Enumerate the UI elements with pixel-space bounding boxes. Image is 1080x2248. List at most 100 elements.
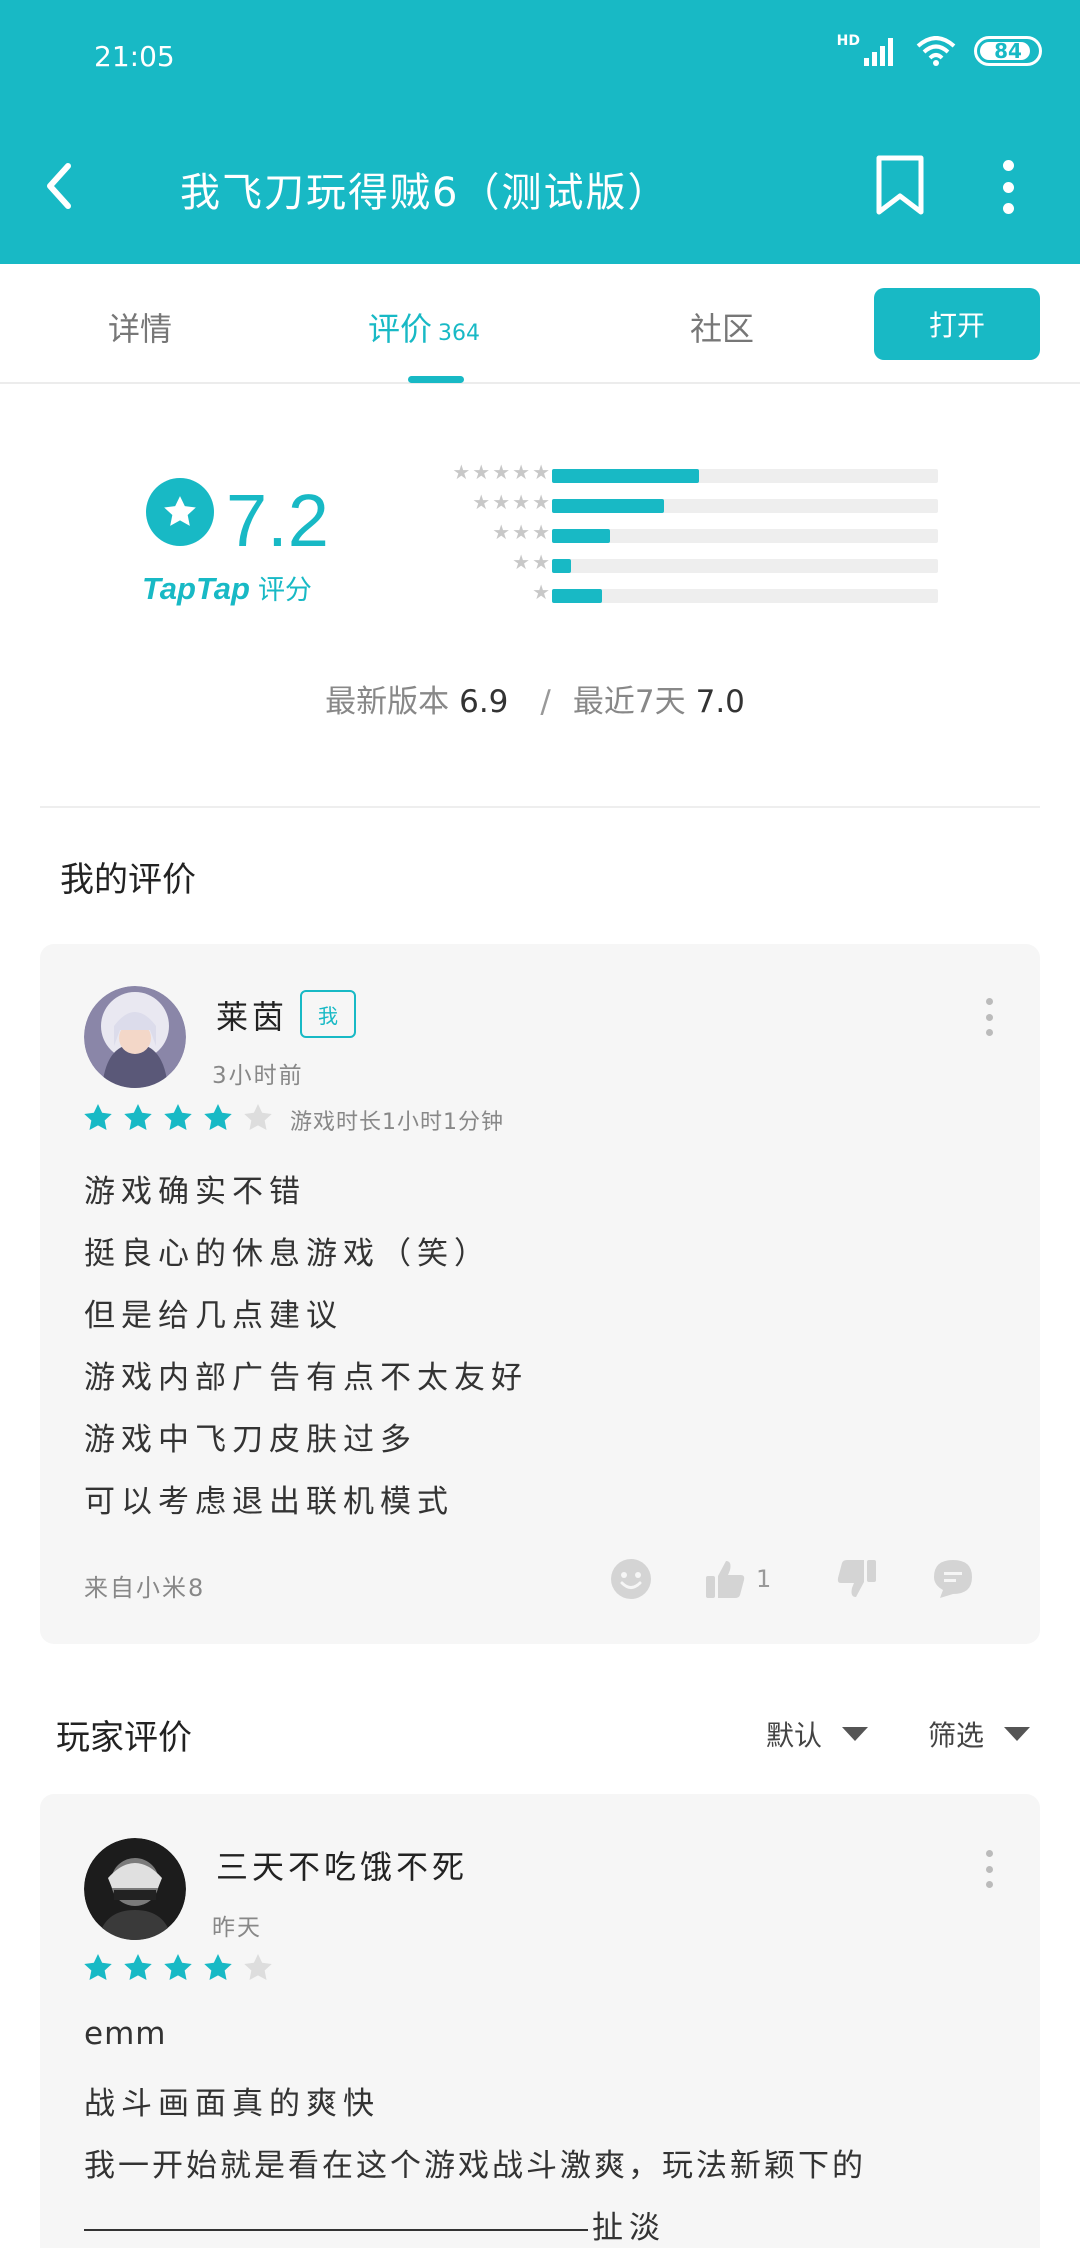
sort-dropdown[interactable]: 默认 <box>766 1714 869 1754</box>
like-count: 1 <box>756 1565 772 1593</box>
distribution-bar-fill <box>552 469 699 483</box>
distribution-bar-fill <box>552 529 610 543</box>
recent-score: 7.0 <box>695 684 745 720</box>
tab-reviews-count: 364 <box>438 321 481 346</box>
my-review-card: 莱茵 我 3小时前 游戏时长1小时1分钟 游戏确实不错 挺良心的休息游戏（笑） … <box>40 944 1040 1644</box>
tab-community-label: 社区 <box>690 310 755 348</box>
playtime-label: 游戏时长1小时1分钟 <box>290 1110 504 1135</box>
sort-label: 默认 <box>766 1719 823 1752</box>
thumbs-down-icon <box>837 1560 876 1597</box>
tab-community[interactable]: 社区 <box>690 304 754 350</box>
review-text-line: 游戏确实不错 <box>84 1174 306 1210</box>
network-type-label: HD <box>836 33 860 49</box>
smile-icon <box>611 1559 651 1599</box>
distribution-bar-fill <box>552 499 664 513</box>
star-filled-icon <box>164 1954 192 1980</box>
tab-details[interactable]: 详情 <box>108 304 172 350</box>
like-button[interactable]: 1 <box>704 1558 771 1600</box>
battery-icon: 84 <box>974 36 1042 66</box>
emoji-reaction-button[interactable] <box>610 1558 652 1600</box>
tab-reviews-label: 评价 <box>368 310 433 348</box>
distribution-bar-track <box>552 529 938 543</box>
latest-version-score: 6.9 <box>459 684 509 720</box>
signal-icon <box>864 38 893 66</box>
distribution-bar-track <box>552 559 938 573</box>
review-stars <box>82 1952 274 1984</box>
distribution-bar-track <box>552 469 938 483</box>
brand-suffix: 评分 <box>257 575 312 605</box>
review-text-line: 但是给几点建议 <box>84 1298 343 1334</box>
star-filled-icon <box>204 1104 232 1130</box>
review-more-button[interactable] <box>982 998 996 1036</box>
review-time: 昨天 <box>212 1915 262 1941</box>
latest-version-label: 最新版本 <box>325 684 450 720</box>
taptap-rating-label: TapTap 评分 <box>142 568 312 607</box>
player-review-card: 三天不吃饿不死 昨天 emm 战斗画面真的爽快 我一开始就是看在这个游戏战斗激爽… <box>40 1794 1040 2248</box>
review-text-line: 我一开始就是看在这个游戏战斗激爽，玩法新颖下的 <box>84 2148 866 2184</box>
review-text-line-struck: 扯淡 <box>84 2202 666 2247</box>
distribution-bar-track <box>552 499 938 513</box>
comment-button[interactable] <box>932 1558 974 1600</box>
device-label: 来自小米8 <box>84 1574 206 1602</box>
rating-score: 7.2 <box>226 479 329 562</box>
tab-reviews[interactable]: 评价 364 <box>368 304 480 350</box>
rating-distribution-row: ★★★★ <box>400 490 940 516</box>
avatar[interactable] <box>84 986 186 1088</box>
review-text-tail: 扯淡 <box>592 2210 666 2246</box>
player-reviews-title: 玩家评价 <box>56 1718 192 1758</box>
back-button[interactable] <box>36 156 84 216</box>
star-filled-icon <box>164 1104 192 1130</box>
comment-icon <box>934 1560 972 1598</box>
review-text-line: 游戏内部广告有点不太友好 <box>84 1360 528 1396</box>
avatar[interactable] <box>84 1838 186 1940</box>
review-text-line: emm <box>84 2016 167 2052</box>
distribution-stars-label: ★★★★★ <box>452 460 552 484</box>
status-icons: HD 84 <box>836 33 1042 66</box>
rating-distribution-row: ★ <box>400 580 940 606</box>
battery-level: 84 <box>994 39 1022 63</box>
tab-details-label: 详情 <box>108 310 173 348</box>
distribution-bar-fill <box>552 589 603 603</box>
username[interactable]: 三天不吃饿不死 <box>216 1842 468 1888</box>
recent-label: 最近7天 <box>572 684 686 720</box>
open-app-button[interactable]: 打开 <box>874 288 1040 360</box>
star-filled-icon <box>124 1954 152 1980</box>
username[interactable]: 莱茵 <box>216 992 288 1038</box>
caret-down-icon <box>1004 1727 1031 1741</box>
distribution-stars-label: ★ <box>532 580 552 604</box>
bookmark-button[interactable] <box>874 154 926 216</box>
distribution-bar-fill <box>552 559 572 573</box>
bookmark-icon <box>876 155 924 215</box>
status-time: 21:05 <box>94 40 175 73</box>
review-time: 3小时前 <box>212 1063 304 1089</box>
star-filled-icon <box>84 1954 112 1980</box>
filter-dropdown[interactable]: 筛选 <box>928 1714 1031 1754</box>
me-badge: 我 <box>300 990 356 1038</box>
review-text-line: 游戏中飞刀皮肤过多 <box>84 1422 417 1458</box>
star-empty-icon <box>244 1954 272 1980</box>
star-filled-icon <box>124 1104 152 1130</box>
review-text-line: 战斗画面真的爽快 <box>84 2086 380 2122</box>
review-more-button[interactable] <box>982 1850 996 1888</box>
page-title: 我飞刀玩得贼6（测试版） <box>180 170 670 216</box>
star-filled-icon <box>84 1104 112 1130</box>
review-stars <box>82 1102 274 1134</box>
my-review-title: 我的评价 <box>60 860 196 900</box>
thumbs-up-icon <box>706 1561 745 1598</box>
app-header: 21:05 HD 84 我飞刀玩得贼6（测试版） <box>0 0 1080 264</box>
version-ratings: 最新版本 6.9 / 最近7天 7.0 <box>0 676 1080 721</box>
section-divider <box>40 806 1040 808</box>
distribution-bar-track <box>552 589 938 603</box>
rating-distribution-row: ★★★ <box>400 520 940 546</box>
brand-name: TapTap <box>142 571 250 606</box>
dislike-button[interactable] <box>836 1558 878 1600</box>
review-text-line: 挺良心的休息游戏（笑） <box>84 1236 491 1272</box>
star-icon <box>164 496 196 526</box>
more-options-button[interactable] <box>996 160 1020 214</box>
distribution-stars-label: ★★★★ <box>472 490 552 514</box>
strikethrough-line <box>84 2228 588 2231</box>
distribution-stars-label: ★★★ <box>492 520 552 544</box>
active-tab-indicator <box>408 376 464 383</box>
rating-distribution-row: ★★★★★ <box>400 460 940 486</box>
filter-label: 筛选 <box>928 1719 985 1752</box>
